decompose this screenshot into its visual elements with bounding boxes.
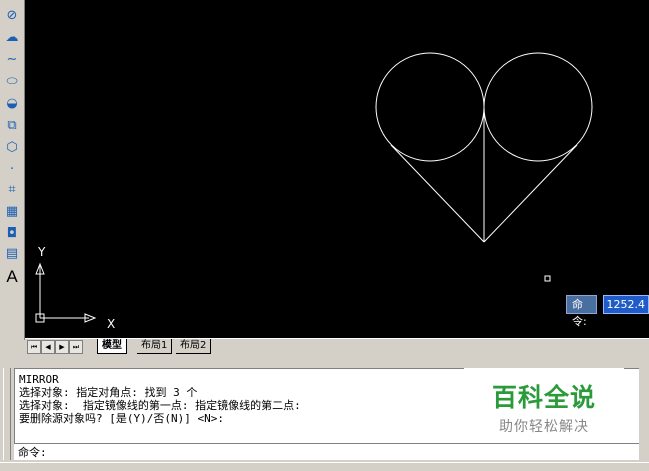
multiline-text-icon[interactable]: A [2, 267, 22, 285]
command-input[interactable]: 命令: [14, 443, 639, 460]
region-icon[interactable]: ◘ [2, 224, 22, 242]
ellipse-icon[interactable]: ⬭ [2, 72, 22, 90]
ucs-y-label: Y [37, 245, 46, 259]
watermark-logo: 百科全说 助你轻松解决 [464, 368, 624, 438]
revcloud-icon[interactable]: ☁ [2, 28, 22, 46]
pickbox-cursor [545, 276, 550, 281]
watermark-subtitle: 助你轻松解决 [464, 416, 624, 436]
dynamic-input-tooltip: 命令: 1252.4 [566, 296, 649, 313]
ucs-icon [36, 264, 95, 322]
table-icon[interactable]: ▤ [2, 244, 22, 262]
make-block-icon[interactable]: ⬡ [2, 138, 22, 156]
drawing-canvas[interactable]: Y X [25, 0, 649, 338]
draw-toolbar: ⊘ ☁ ∼ ⬭ ◒ ⧉ ⬡ · ⌗ ▦ ◘ ▤ A [0, 0, 25, 340]
right-heart-line[interactable] [484, 145, 577, 242]
ellipse-arc-icon[interactable]: ◒ [2, 94, 22, 112]
prev-tab-button[interactable]: ◀ [41, 340, 55, 354]
gradient-icon[interactable]: ▦ [2, 202, 22, 220]
ucs-x-label: X [107, 317, 115, 331]
next-tab-button[interactable]: ▶ [55, 340, 69, 354]
tab-layout1[interactable]: 布局1 [137, 339, 172, 354]
tab-model[interactable]: 模型 [97, 339, 127, 354]
drawing-area[interactable]: Y X 命令: 1252.4 [25, 0, 649, 338]
left-heart-line[interactable] [391, 145, 484, 242]
command-window: MIRROR 选择对象: 指定对角点: 找到 3 个 选择对象: 指定镜像线的第… [0, 360, 649, 470]
tooltip-value[interactable]: 1252.4 [603, 295, 649, 314]
spline-icon[interactable]: ∼ [2, 50, 22, 68]
left-circle[interactable] [376, 53, 484, 161]
first-tab-button[interactable]: ⏮ [27, 340, 41, 354]
hatch-icon[interactable]: ⌗ [2, 180, 22, 198]
watermark-title: 百科全说 [464, 378, 624, 414]
circle-icon[interactable]: ⊘ [2, 6, 22, 24]
right-circle[interactable] [484, 53, 592, 161]
tab-layout2[interactable]: 布局2 [176, 339, 211, 354]
insert-block-icon[interactable]: ⧉ [2, 116, 22, 134]
command-window-grip[interactable] [3, 368, 11, 460]
layout-tab-bar: ⏮ ◀ ▶ ⏭ 模型 布局1 布局2 [25, 338, 649, 355]
last-tab-button[interactable]: ⏭ [69, 340, 83, 354]
tooltip-label: 命令: [566, 295, 597, 314]
point-icon[interactable]: · [2, 160, 22, 178]
